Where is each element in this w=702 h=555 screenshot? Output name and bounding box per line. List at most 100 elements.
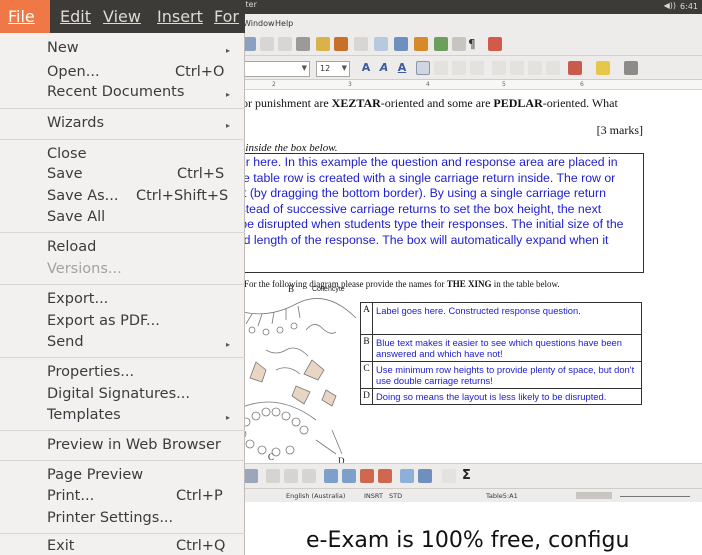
optimize-icon[interactable] xyxy=(266,469,280,483)
menu-insert[interactable]: Insert xyxy=(157,7,203,26)
delete-column-icon[interactable] xyxy=(378,469,392,483)
table-properties-icon[interactable] xyxy=(244,469,258,483)
menu-item-preview-web[interactable]: Preview in Web Browser xyxy=(47,437,221,453)
zoom-slider[interactable] xyxy=(620,496,690,497)
align-bottom-icon[interactable] xyxy=(302,469,316,483)
navigator-icon[interactable] xyxy=(434,37,448,51)
menu-edit[interactable]: Edit xyxy=(60,7,91,26)
font-size-combo[interactable]: 12 ▼ xyxy=(316,61,350,77)
status-selection-mode[interactable]: STD xyxy=(389,492,402,500)
align-top-icon[interactable] xyxy=(284,469,298,483)
shortcut-save: Ctrl+S xyxy=(177,166,225,182)
show-draw-icon[interactable] xyxy=(414,37,428,51)
copy-icon[interactable] xyxy=(278,37,292,51)
table-cell[interactable]: Label goes here. Constructed response qu… xyxy=(372,302,642,335)
response-text[interactable]: wer here. In this example the question a… xyxy=(230,155,650,249)
highlight-icon[interactable] xyxy=(596,61,610,75)
bold-icon[interactable]: A xyxy=(358,61,374,76)
hyperlink-icon[interactable] xyxy=(374,37,388,51)
font-name-combo[interactable]: ▼ xyxy=(234,61,310,77)
undo-icon[interactable] xyxy=(334,37,348,51)
submenu-arrow-icon: ▸ xyxy=(226,413,231,422)
italic-icon[interactable]: A xyxy=(376,61,392,76)
table-icon[interactable] xyxy=(394,37,408,51)
menu-format[interactable]: For xyxy=(214,7,239,26)
menu-item-open[interactable]: Open... xyxy=(47,64,100,80)
menu-item-digital-signatures[interactable]: Digital Signatures... xyxy=(47,386,190,402)
table-row: C Use minimum row heights to provide ple… xyxy=(360,361,642,389)
table-cell[interactable]: Blue text makes it easier to see which q… xyxy=(372,334,642,362)
menu-view[interactable]: View xyxy=(103,7,141,26)
menu-item-properties[interactable]: Properties... xyxy=(47,364,134,380)
table-grid-icon[interactable] xyxy=(418,469,432,483)
menu-item-versions: Versions... xyxy=(47,261,122,277)
menu-item-recent-documents[interactable]: Recent Documents xyxy=(47,84,184,100)
menu-separator xyxy=(0,357,245,358)
menu-item-printer-settings[interactable]: Printer Settings... xyxy=(47,510,173,526)
indent-increase-icon[interactable] xyxy=(546,61,560,75)
align-right-icon[interactable] xyxy=(452,61,466,75)
status-language[interactable]: English (Australia) xyxy=(286,492,345,500)
menu-item-export-pdf[interactable]: Export as PDF... xyxy=(47,313,160,329)
menu-separator xyxy=(0,430,245,431)
font-color-icon[interactable] xyxy=(568,61,582,75)
align-left-icon[interactable] xyxy=(416,61,430,75)
chevron-down-icon: ▼ xyxy=(341,64,347,72)
status-insert-mode[interactable]: INSRT xyxy=(364,492,383,500)
autoformat-icon[interactable] xyxy=(400,469,414,483)
menu-item-templates[interactable]: Templates xyxy=(47,407,121,423)
file-menu-dropdown: New ▸ Open... Ctrl+O Recent Documents ▸ … xyxy=(0,33,245,555)
insert-column-icon[interactable] xyxy=(342,469,356,483)
menu-help[interactable]: Help xyxy=(275,19,293,28)
menu-separator xyxy=(0,460,245,461)
marks-label: [3 marks] xyxy=(596,123,643,137)
underline-icon[interactable]: A xyxy=(394,61,410,76)
diagram-label-collencyte: Collencyte xyxy=(312,286,345,293)
background-color-icon[interactable] xyxy=(624,61,638,75)
redo-icon[interactable] xyxy=(354,37,368,51)
menu-item-wizards[interactable]: Wizards xyxy=(47,115,104,131)
menu-item-reload[interactable]: Reload xyxy=(47,239,96,255)
menu-item-page-preview[interactable]: Page Preview xyxy=(47,467,143,483)
standard-toolbar: ¶ xyxy=(236,33,702,56)
zoom-icon[interactable] xyxy=(488,37,502,51)
sort-icon[interactable] xyxy=(442,469,456,483)
numbering-icon[interactable] xyxy=(492,61,506,75)
menu-file[interactable]: File xyxy=(8,7,35,26)
align-center-icon[interactable] xyxy=(434,61,448,75)
menu-item-save-all[interactable]: Save All xyxy=(47,209,105,225)
menu-separator xyxy=(0,108,245,109)
cut-icon[interactable] xyxy=(260,37,274,51)
top-menu-bar: File Edit View Insert For xyxy=(0,0,245,33)
menu-item-save-as[interactable]: Save As... xyxy=(47,188,119,204)
bullets-icon[interactable] xyxy=(510,61,524,75)
formatting-marks-icon[interactable]: ¶ xyxy=(468,37,482,51)
table-cell[interactable]: Use minimum row heights to provide plent… xyxy=(372,361,642,389)
gallery-icon[interactable] xyxy=(452,37,466,51)
menu-item-send[interactable]: Send xyxy=(47,334,84,350)
menu-item-save[interactable]: Save xyxy=(47,166,83,182)
table-row: D Doing so means the layout is less like… xyxy=(360,388,642,405)
horizontal-ruler[interactable]: 2 3 4 5 6 xyxy=(236,80,702,90)
chevron-down-icon: ▼ xyxy=(301,64,307,72)
indent-decrease-icon[interactable] xyxy=(528,61,542,75)
menu-item-export[interactable]: Export... xyxy=(47,291,108,307)
sponge-diagram-image xyxy=(235,298,357,457)
shortcut-open: Ctrl+O xyxy=(175,64,225,80)
menu-item-print[interactable]: Print... xyxy=(47,488,94,504)
delete-row-icon[interactable] xyxy=(360,469,374,483)
shortcut-save-as: Ctrl+Shift+S xyxy=(136,188,229,204)
sum-icon[interactable]: Σ xyxy=(462,468,476,483)
insert-row-icon[interactable] xyxy=(324,469,338,483)
sponge-diagram: B Collencyte C D xyxy=(235,284,358,466)
view-layout-icon[interactable] xyxy=(576,492,612,499)
menu-item-exit[interactable]: Exit xyxy=(47,538,74,554)
paste-icon[interactable] xyxy=(296,37,310,51)
menu-window[interactable]: Window xyxy=(243,19,275,28)
clone-format-icon[interactable] xyxy=(316,37,330,51)
justify-icon[interactable] xyxy=(470,61,484,75)
document-page[interactable]: or punishment are XEZTAR-oriented and so… xyxy=(228,90,702,466)
menu-item-close[interactable]: Close xyxy=(47,146,87,162)
menu-item-new[interactable]: New xyxy=(47,40,79,56)
table-cell[interactable]: Doing so means the layout is less likely… xyxy=(372,388,642,405)
